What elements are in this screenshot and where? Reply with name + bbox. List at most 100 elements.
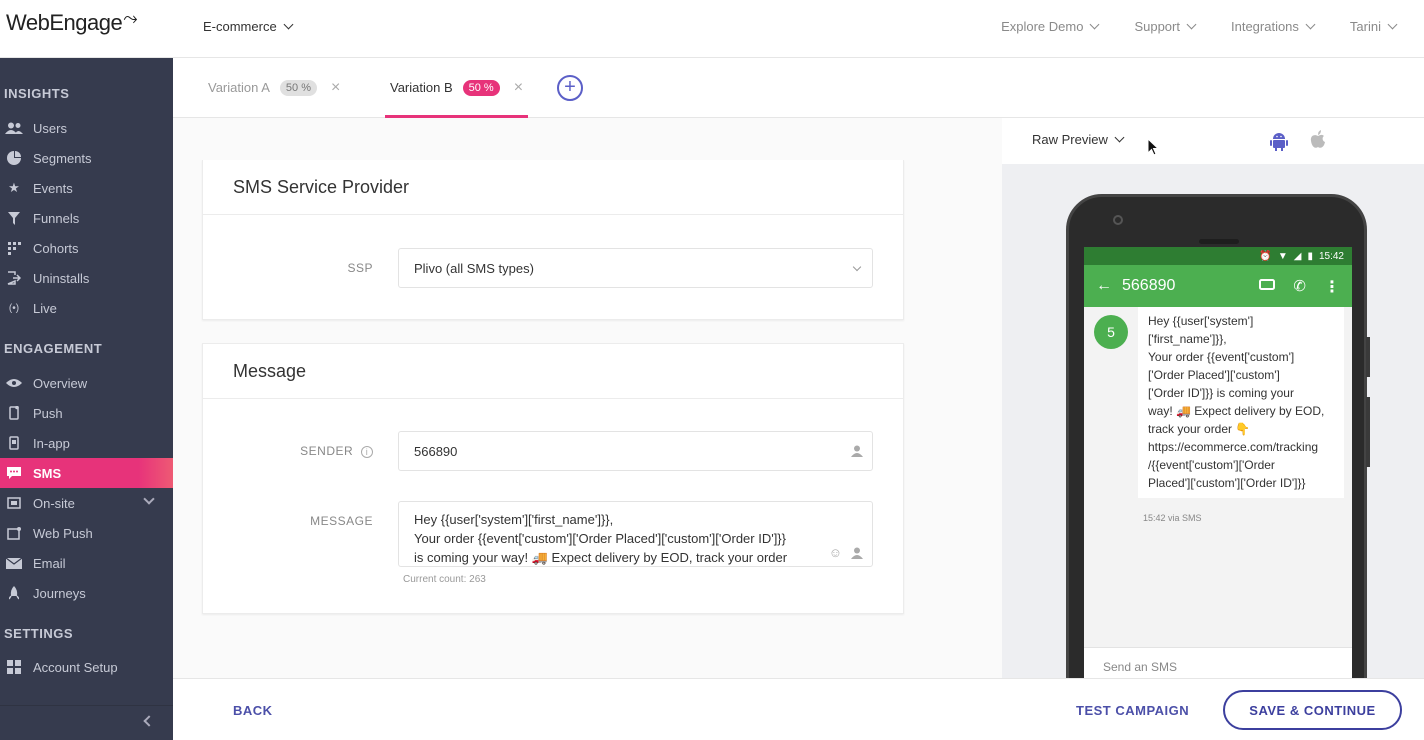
sidebar-item-on-site[interactable]: On-site <box>0 488 173 518</box>
nav-integrations[interactable]: Integrations <box>1230 19 1316 34</box>
chevron-down-icon <box>1387 19 1398 30</box>
emoji-icon[interactable]: ☺ <box>829 543 842 562</box>
sidebar-item-funnels[interactable]: Funnels <box>0 203 173 233</box>
exit-icon <box>5 271 23 285</box>
speaker-grille <box>1199 239 1239 244</box>
send-sms-input[interactable]: Send an SMS <box>1084 647 1352 678</box>
add-variation-button[interactable]: + <box>557 75 583 101</box>
sender-label: SENDER i <box>273 444 373 458</box>
chevron-down-icon <box>1089 19 1100 30</box>
window-icon <box>5 496 23 510</box>
project-selector[interactable]: E-commerce <box>203 19 294 34</box>
apple-icon[interactable] <box>1310 130 1326 155</box>
sms-line: track your order 👇 <box>1148 422 1251 436</box>
sidebar-item-cohorts[interactable]: Cohorts <box>0 233 173 263</box>
top-nav: Explore Demo Support Integrations Tarini <box>1001 19 1398 34</box>
chevron-down-icon <box>852 262 862 272</box>
call-icon[interactable]: ✆ <box>1293 277 1306 297</box>
sms-app-bar: ← 566890 ✆ ⋮ <box>1084 265 1352 307</box>
sidebar-item-users[interactable]: Users <box>0 113 173 143</box>
close-icon[interactable]: × <box>331 79 340 97</box>
message-card-title: Message <box>203 344 903 399</box>
message-label: MESSAGE <box>310 514 373 528</box>
app-bar-actions: ✆ ⋮ <box>1259 277 1340 297</box>
envelope-icon <box>5 556 23 570</box>
nav-support[interactable]: Support <box>1134 19 1197 34</box>
sms-timestamp: 15:42 via SMS <box>1143 513 1202 523</box>
chevron-down-icon <box>1186 19 1197 30</box>
logo-swoosh-icon: ⤳ <box>123 8 138 28</box>
avatar: 5 <box>1094 315 1128 349</box>
sms-line: Hey {{user['system'] <box>1148 314 1254 328</box>
chevron-down-icon[interactable] <box>143 493 155 505</box>
sidebar-item-label: Segments <box>33 150 92 166</box>
sidebar-item-label: On-site <box>33 495 75 511</box>
webengage-logo[interactable]: WebEngage⤳ <box>6 8 138 36</box>
percent-badge: 50 % <box>462 79 500 96</box>
back-arrow-icon[interactable]: ← <box>1096 277 1112 295</box>
section-title-settings: SETTINGS <box>4 626 74 641</box>
sidebar-item-journeys[interactable]: Journeys <box>0 578 173 608</box>
nav-label: Tarini <box>1349 19 1381 34</box>
sms-preview-panel: ⏰ ▼ ◢ ▮ 15:42 ← 566890 ✆ ⋮ 5 Hey {{user[… <box>1002 164 1424 678</box>
sidebar-item-overview[interactable]: Overview <box>0 368 173 398</box>
sender-value: 566890 <box>414 443 458 459</box>
phone-screen: ⏰ ▼ ◢ ▮ 15:42 ← 566890 ✆ ⋮ 5 Hey {{user[… <box>1084 247 1352 678</box>
sms-line: /{{event['custom']['Order <box>1148 458 1275 472</box>
nav-label: Integrations <box>1230 19 1299 34</box>
sidebar-item-label: Users <box>33 120 67 136</box>
chevron-left-icon <box>143 715 155 727</box>
preview-mode-label: Raw Preview <box>1032 132 1108 147</box>
status-time: 15:42 <box>1318 250 1344 262</box>
tab-variation-b[interactable]: Variation B 50 % × <box>385 58 529 118</box>
sidebar-item-in-app[interactable]: In-app <box>0 428 173 458</box>
video-icon[interactable] <box>1259 277 1276 297</box>
message-textarea[interactable]: Hey {{user['system']['first_name']}}, Yo… <box>398 501 873 567</box>
tab-label: Variation A <box>208 80 270 95</box>
test-campaign-button[interactable]: TEST CAMPAIGN <box>1076 703 1189 718</box>
sender-input[interactable]: 566890 <box>398 431 873 471</box>
info-icon[interactable]: i <box>361 446 373 458</box>
star-icon: ★ <box>8 180 20 195</box>
sms-line: way! 🚚 Expect delivery by EOD, <box>1148 404 1325 418</box>
signal-icon: ◢ <box>1293 250 1302 262</box>
users-icon <box>5 121 23 135</box>
sidebar-item-sms[interactable]: SMS <box>0 458 173 488</box>
preview-mode-selector[interactable]: Raw Preview <box>1032 132 1125 147</box>
ssp-card: SMS Service Provider SSP Plivo (all SMS … <box>202 160 904 320</box>
tablet-icon <box>5 436 23 450</box>
sidebar-item-label: Journeys <box>33 585 86 601</box>
sidebar-item-web-push[interactable]: Web Push <box>0 518 173 548</box>
phone-side-button <box>1366 397 1370 467</box>
section-title-insights: INSIGHTS <box>4 86 70 101</box>
save-continue-button[interactable]: SAVE & CONTINUE <box>1223 690 1402 730</box>
wifi-icon: ▼ <box>1277 250 1288 262</box>
phone-mockup: ⏰ ▼ ◢ ▮ 15:42 ← 566890 ✆ ⋮ 5 Hey {{user[… <box>1066 194 1370 678</box>
back-button[interactable]: BACK <box>233 703 273 718</box>
sidebar-item-push[interactable]: Push <box>0 398 173 428</box>
person-icon[interactable] <box>851 445 863 460</box>
tab-variation-a[interactable]: Variation A 50 % × <box>208 58 340 117</box>
sidebar-item-events[interactable]: ★ Events <box>0 173 173 203</box>
sidebar-item-label: Live <box>33 300 57 316</box>
chevron-down-icon <box>283 19 294 30</box>
sidebar-item-account-setup[interactable]: Account Setup <box>0 652 173 682</box>
nav-explore-demo[interactable]: Explore Demo <box>1001 19 1100 34</box>
android-icon[interactable] <box>1270 131 1288 156</box>
sidebar-item-label: Funnels <box>33 210 80 226</box>
sidebar-item-email[interactable]: Email <box>0 548 173 578</box>
nav-user-menu[interactable]: Tarini <box>1349 19 1398 34</box>
sidebar-collapse-button[interactable] <box>0 705 173 740</box>
sidebar-item-label: Events <box>33 180 73 196</box>
sms-bubble: Hey {{user['system'] ['first_name']}}, Y… <box>1138 307 1344 498</box>
message-line: Your order {{event['custom']['Order Plac… <box>414 531 786 546</box>
sidebar-item-uninstalls[interactable]: Uninstalls <box>0 263 173 293</box>
ssp-value: Plivo (all SMS types) <box>414 260 534 276</box>
ssp-select[interactable]: Plivo (all SMS types) <box>398 248 873 288</box>
sidebar-item-segments[interactable]: Segments <box>0 143 173 173</box>
more-vert-icon[interactable]: ⋮ <box>1324 277 1340 297</box>
person-icon[interactable] <box>851 545 863 564</box>
sidebar-item-live[interactable]: (•) Live <box>0 293 173 323</box>
nav-label: Explore Demo <box>1001 19 1084 34</box>
close-icon[interactable]: × <box>514 79 523 97</box>
